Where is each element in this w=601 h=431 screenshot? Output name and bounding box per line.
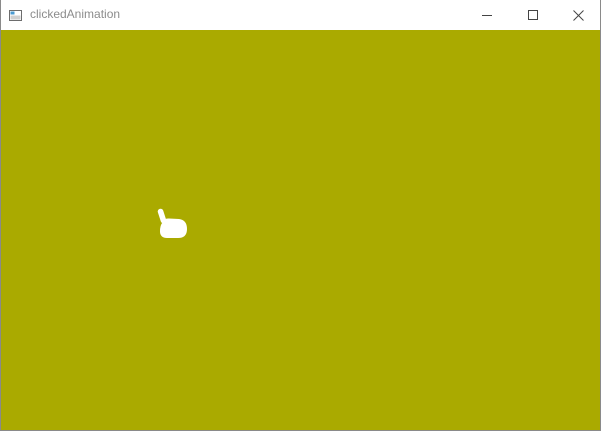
close-button[interactable] [555, 0, 600, 30]
maximize-icon [528, 10, 538, 20]
app-window: clickedAnimation [0, 0, 601, 431]
animation-canvas[interactable] [1, 30, 600, 430]
hand-pointer-icon [157, 208, 187, 238]
window-title: clickedAnimation [30, 7, 121, 21]
title-bar[interactable]: clickedAnimation [1, 0, 600, 30]
minimize-icon [482, 15, 492, 16]
maximize-button[interactable] [510, 0, 556, 30]
minimize-button[interactable] [464, 0, 510, 30]
close-icon [572, 9, 584, 21]
app-icon[interactable] [9, 8, 22, 21]
